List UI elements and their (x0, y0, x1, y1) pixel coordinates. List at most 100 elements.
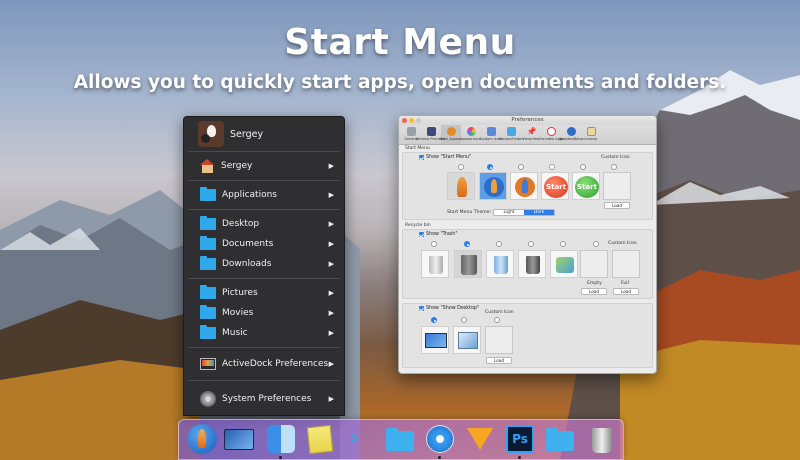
start-icon-option-5[interactable]: Start (572, 172, 600, 200)
start-menu-item-movies[interactable]: Movies ▶ (184, 303, 344, 323)
tab-general[interactable]: General (401, 125, 421, 144)
radio-trash-style-3[interactable] (496, 241, 502, 247)
section-title-recycle-bin: Recycle bin (405, 223, 431, 228)
dock-item-start[interactable] (187, 424, 217, 454)
checkbox-checked-icon (419, 306, 424, 311)
radio-trash-style-1[interactable] (431, 241, 437, 247)
chevron-right-icon: ▶ (328, 260, 334, 268)
dock-item-sketch[interactable] (465, 424, 495, 454)
tab-excluded-apps[interactable]: Excluded Apps (538, 125, 564, 144)
tab-dock-appear[interactable]: Dock Appear. (440, 125, 462, 144)
load-button[interactable]: Load (486, 357, 512, 364)
folder-icon (200, 236, 216, 250)
chevron-right-icon: ▶ (328, 220, 334, 228)
preferences-toolbar: General Window Previews Dock Appear. App… (399, 125, 656, 145)
start-icon-option-2[interactable] (479, 172, 507, 200)
radio-start-custom[interactable] (611, 164, 617, 170)
dock-item-photoshop[interactable]: Ps (505, 424, 535, 459)
trash-icon-option-3[interactable] (486, 250, 514, 278)
dock-item-finder[interactable] (266, 424, 296, 459)
theme-light-option[interactable]: Light (494, 210, 524, 215)
radio-start-style-2[interactable] (487, 164, 493, 170)
tab-updates-betas[interactable]: Updates/Betas (559, 125, 583, 144)
start-menu-item-pictures[interactable]: Pictures ▶ (184, 283, 344, 303)
show-trash-checkbox[interactable]: Show "Trash" (419, 232, 458, 237)
start-menu-item-label: Downloads (222, 259, 272, 269)
start-menu-item-label: Documents (222, 239, 274, 249)
start-menu-item-applications[interactable]: Applications ▶ (184, 185, 344, 205)
load-empty-button[interactable]: Load (581, 288, 607, 295)
dock-item-notes[interactable] (305, 424, 335, 455)
desktop-icon-option-2[interactable] (453, 326, 481, 354)
trash-icon-option-5[interactable] (550, 250, 578, 278)
tab-favorites[interactable]: 📌 Favorites (521, 125, 541, 144)
start-menu-item-label: System Preferences (222, 394, 312, 404)
desktop-icon (458, 332, 478, 349)
dock-item-activedock[interactable]: › (344, 424, 374, 454)
load-full-button[interactable]: Load (613, 288, 639, 295)
start-icon-option-3[interactable] (510, 172, 538, 200)
trash-icon (429, 256, 443, 274)
tab-appearance[interactable]: Appearance (461, 125, 481, 144)
avatar (198, 121, 224, 147)
theme-dark-option[interactable]: Dark (524, 210, 554, 215)
radio-start-style-5[interactable] (580, 164, 586, 170)
start-menu-item-downloads[interactable]: Downloads ▶ (184, 254, 344, 274)
radio-trash-style-2[interactable] (464, 241, 470, 247)
image-icon (486, 127, 496, 136)
running-indicator (438, 456, 441, 459)
divider (188, 151, 340, 152)
start-menu-item-documents[interactable]: Documents ▶ (184, 234, 344, 254)
activedock-icon: › (350, 426, 360, 451)
start-icon-option-1[interactable] (447, 172, 475, 200)
show-desktop-checkbox[interactable]: Show "Show Desktop" (419, 306, 479, 311)
finder-icon (267, 425, 295, 453)
radio-start-style-4[interactable] (549, 164, 555, 170)
start-menu-item-system-preferences[interactable]: System Preferences ▶ (184, 389, 344, 409)
load-button[interactable]: Load (604, 202, 630, 209)
show-start-menu-checkbox[interactable]: Show "Start Menu" (419, 155, 471, 160)
recycle-icon (556, 257, 574, 273)
radio-trash-custom[interactable] (593, 241, 599, 247)
trash-icon-option-1[interactable] (421, 250, 449, 278)
trash-icon-option-4[interactable] (518, 250, 546, 278)
dock-item-safari[interactable] (425, 424, 455, 459)
tab-custom-icons[interactable]: Custom Icons (479, 125, 503, 144)
radio-start-style-1[interactable] (458, 164, 464, 170)
start-menu-panel: Sergey Sergey ▶ Applications ▶ Desktop ▶… (183, 116, 345, 418)
running-indicator (279, 456, 282, 459)
start-menu-user[interactable]: Sergey (184, 117, 344, 151)
gear-icon (200, 391, 216, 407)
custom-full-trash-well[interactable] (612, 250, 640, 278)
running-indicator (518, 456, 521, 459)
start-icon-option-4[interactable]: Start (541, 172, 569, 200)
trash-icon-option-2[interactable] (454, 250, 482, 278)
start-menu-item-music[interactable]: Music ▶ (184, 323, 344, 343)
dock-item-folder-2[interactable] (545, 424, 575, 454)
tab-license[interactable]: License (581, 125, 601, 144)
desktop-icon-option-1[interactable] (421, 326, 449, 354)
custom-empty-trash-well[interactable] (580, 250, 608, 278)
checkbox-checked-icon (419, 232, 424, 237)
tab-window-previews[interactable]: Window Previews (416, 125, 446, 144)
chevron-right-icon: ▶ (328, 395, 334, 403)
start-menu-item-home[interactable]: Sergey ▶ (184, 156, 344, 176)
theme-segmented-control: Light Dark (493, 209, 555, 216)
dock-item-trash[interactable] (587, 424, 617, 454)
radio-start-style-3[interactable] (518, 164, 524, 170)
radio-trash-style-5[interactable] (560, 241, 566, 247)
radio-desktop-style-2[interactable] (461, 317, 467, 323)
user-name: Sergey (230, 128, 264, 140)
divider (188, 347, 340, 348)
radio-trash-style-4[interactable] (528, 241, 534, 247)
radio-desktop-style-1[interactable] (431, 317, 437, 323)
tab-groups-folders[interactable]: Groups/Folders (498, 125, 524, 144)
start-menu-item-desktop[interactable]: Desktop ▶ (184, 214, 344, 234)
dock-item-folder[interactable] (385, 424, 415, 454)
start-menu-item-activedock-preferences[interactable]: ActiveDock Preferences ▶ (184, 354, 344, 374)
custom-icon-well[interactable] (603, 172, 631, 200)
desktop-icon (425, 333, 447, 348)
dock-item-show-desktop[interactable] (224, 424, 254, 454)
radio-desktop-custom[interactable] (494, 317, 500, 323)
custom-icon-well[interactable] (485, 326, 513, 354)
